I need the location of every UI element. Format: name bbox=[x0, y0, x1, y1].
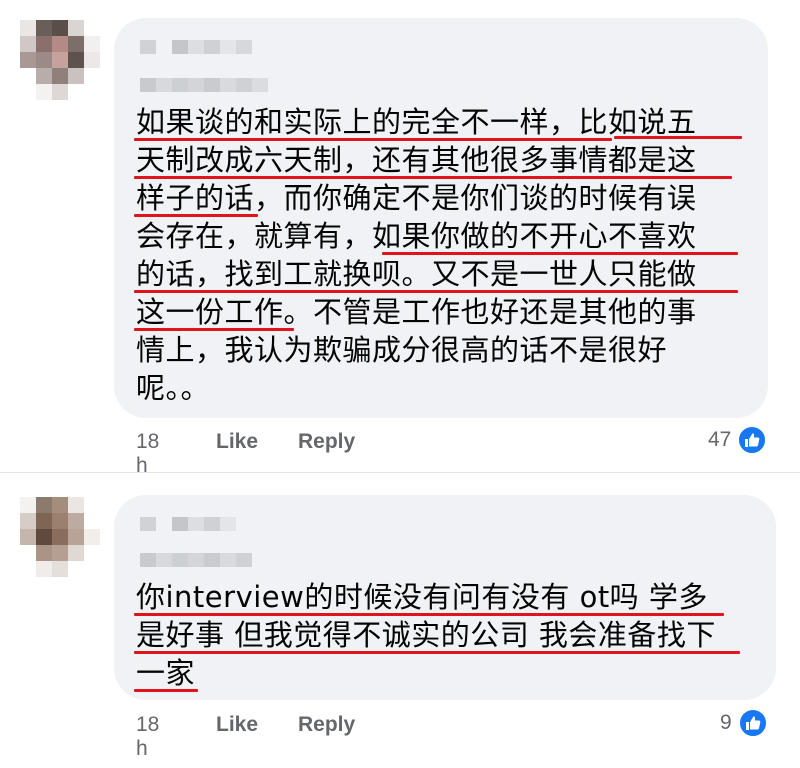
thumbs-up-icon bbox=[737, 708, 768, 738]
divider bbox=[0, 472, 800, 473]
comment-text-line: 呢。。 bbox=[136, 371, 211, 405]
comment-text-line: 是好事 但我觉得不诚实的公司 我会准备找下 bbox=[136, 618, 716, 652]
highlight-underline bbox=[614, 136, 742, 139]
avatar[interactable] bbox=[20, 20, 100, 100]
comment-bubble: 你interview的时候没有问有没有 ot吗 学多 是好事 但我觉得不诚实的公… bbox=[114, 495, 776, 700]
comment-text-line: 会存在，就算有，如果你做的不开心不喜欢 bbox=[136, 219, 697, 253]
like-button[interactable]: Like bbox=[216, 713, 258, 737]
avatar[interactable] bbox=[20, 497, 100, 577]
commenter-name[interactable] bbox=[140, 517, 236, 531]
highlight-underline bbox=[134, 214, 258, 217]
reaction-summary[interactable]: 9 bbox=[720, 708, 768, 738]
thumbs-up-icon bbox=[737, 425, 768, 455]
reaction-count: 47 bbox=[708, 428, 732, 451]
comment-text-line: 的话，找到工就换呗。又不是一世人只能做 bbox=[136, 257, 697, 291]
highlight-underline bbox=[134, 689, 198, 692]
comment-text-line: 情上，我认为欺骗成分很高的话不是很好 bbox=[136, 333, 668, 367]
highlight-underline bbox=[134, 176, 732, 179]
commenter-subtitle bbox=[140, 78, 268, 92]
comment-text-line: 这一份工作。不管是工作也好还是其他的事 bbox=[136, 295, 697, 329]
reply-button[interactable]: Reply bbox=[298, 430, 355, 454]
highlight-underline bbox=[134, 328, 294, 331]
commenter-name[interactable] bbox=[140, 40, 252, 54]
highlight-underline bbox=[134, 613, 724, 616]
comment-bubble: 如果谈的和实际上的完全不一样，比如说五 天制改成六天制，还有其他很多事情都是这 … bbox=[114, 18, 768, 418]
comment-text-line: 一家 bbox=[136, 656, 196, 690]
comment-text-line: 样子的话，而你确定不是你们谈的时候有误 bbox=[136, 181, 697, 215]
comment-timestamp[interactable]: 18 h bbox=[136, 430, 159, 478]
commenter-subtitle bbox=[140, 553, 252, 567]
highlight-underline bbox=[134, 290, 738, 293]
reaction-summary[interactable]: 47 bbox=[708, 425, 768, 455]
like-button[interactable]: Like bbox=[216, 430, 258, 454]
reply-button[interactable]: Reply bbox=[298, 713, 355, 737]
reaction-count: 9 bbox=[720, 711, 732, 734]
comment-text-line: 如果谈的和实际上的完全不一样，比如说五 bbox=[136, 105, 697, 139]
highlight-underline bbox=[134, 651, 740, 654]
comment-text-line: 你interview的时候没有问有没有 ot吗 学多 bbox=[136, 580, 708, 614]
comment-timestamp[interactable]: 18 h bbox=[136, 713, 159, 761]
highlight-underline bbox=[134, 138, 612, 141]
comment-text-line: 天制改成六天制，还有其他很多事情都是这 bbox=[136, 143, 697, 177]
highlight-underline bbox=[382, 252, 738, 255]
